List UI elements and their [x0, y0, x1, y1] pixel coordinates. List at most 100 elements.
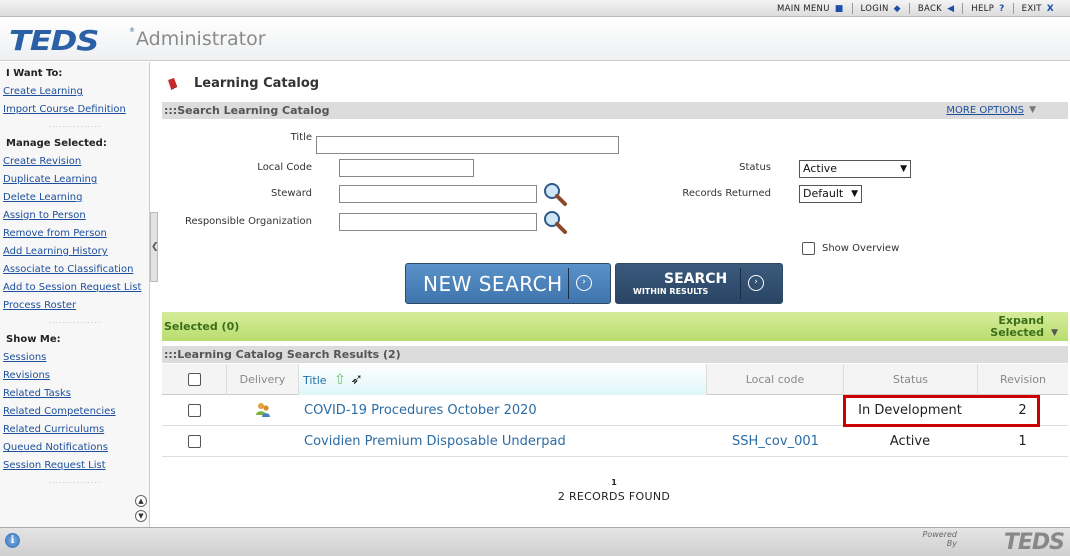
- powered-label: Powered: [922, 530, 957, 539]
- results-table: Delivery Title ⇧ ➶ Local code Status Rev…: [162, 364, 1068, 457]
- arrow-right-circle-icon: ›: [748, 275, 764, 291]
- help-label: HELP: [971, 3, 995, 14]
- pager-current-page[interactable]: 1: [158, 478, 1070, 487]
- sidebar-item-process-roster[interactable]: Process Roster: [0, 299, 149, 317]
- show-overview-label: Show Overview: [822, 243, 900, 254]
- sidebar-item-related-tasks[interactable]: Related Tasks: [0, 387, 149, 405]
- local-code-column-header[interactable]: Local code: [706, 364, 843, 395]
- sidebar-item-assign-to-person[interactable]: Assign to Person: [0, 209, 149, 227]
- show-overview-checkbox[interactable]: [802, 242, 815, 255]
- registered-mark: ®: [129, 27, 135, 34]
- search-within-results-button[interactable]: SEARCH WITHIN RESULTS ›: [615, 263, 783, 304]
- sidebar-item-create-revision[interactable]: Create Revision: [0, 155, 149, 173]
- row-status: Active: [889, 434, 931, 449]
- info-icon[interactable]: i: [5, 533, 20, 548]
- title-column-header[interactable]: Title ⇧ ➶: [298, 364, 706, 395]
- app-footer: i Powered By TEDS: [0, 527, 1070, 556]
- status-column-header[interactable]: Status: [843, 364, 977, 395]
- exit-label: EXIT: [1021, 3, 1042, 14]
- search-within-label-line2: WITHIN RESULTS: [633, 287, 709, 296]
- selected-bar: Selected (0) Expand Selected ▼: [162, 312, 1068, 341]
- expand-selected-line2: Selected: [990, 326, 1044, 339]
- steward-search-icon[interactable]: [542, 181, 568, 207]
- more-options-link[interactable]: MORE OPTIONS: [946, 102, 1024, 119]
- down-arrow-icon: ▼: [1029, 105, 1036, 115]
- login-icon: ◆: [893, 3, 901, 14]
- back-link[interactable]: BACK ◀: [908, 3, 962, 14]
- status-select[interactable]: Active ▼: [799, 160, 911, 178]
- local-code-label: Local Code: [257, 162, 312, 173]
- row-checkbox-cell: [188, 395, 201, 426]
- sidebar-item-add-learning-history[interactable]: Add Learning History: [0, 245, 149, 263]
- row-status: In Development: [858, 403, 962, 418]
- powered-by-text: Powered By: [923, 530, 957, 548]
- sidebar-divider: ...............: [48, 316, 102, 325]
- row-checkbox[interactable]: [188, 435, 201, 448]
- row-revision: 2: [1018, 403, 1027, 418]
- book-icon: [167, 78, 177, 90]
- login-link[interactable]: LOGIN ◆: [851, 3, 909, 14]
- top-nav: MAIN MENU ■ LOGIN ◆ BACK ◀ HELP? EXIT X: [0, 0, 1070, 17]
- sidebar-item-sessions[interactable]: Sessions: [0, 351, 149, 369]
- local-code-input[interactable]: [339, 159, 474, 177]
- select-all-checkbox[interactable]: [187, 373, 201, 386]
- down-arrow-icon: ▼: [1051, 328, 1058, 338]
- records-returned-select[interactable]: Default ▼: [799, 185, 862, 203]
- title-input[interactable]: [316, 136, 619, 154]
- sidebar-item-related-curriculums[interactable]: Related Curriculums: [0, 423, 149, 441]
- row-title-link[interactable]: COVID-19 Procedures October 2020: [304, 395, 537, 426]
- mouse-cursor-icon: ➶: [350, 370, 363, 388]
- back-arrow-icon: ◀: [947, 3, 955, 14]
- steward-input[interactable]: [339, 185, 537, 203]
- sidebar-item-duplicate-learning[interactable]: Duplicate Learning: [0, 173, 149, 191]
- sidebar-item-related-competencies[interactable]: Related Competencies: [0, 405, 149, 423]
- sidebar-item-session-request-list[interactable]: Session Request List: [0, 459, 149, 477]
- responsible-org-input[interactable]: [339, 213, 537, 231]
- responsible-org-search-icon[interactable]: [542, 209, 568, 235]
- selected-count: Selected (0): [164, 320, 240, 333]
- main-menu-label: MAIN MENU: [777, 3, 830, 14]
- scroll-up-icon[interactable]: ▲: [135, 495, 147, 507]
- people-delivery-icon: [256, 403, 270, 417]
- row-checkbox[interactable]: [188, 404, 201, 417]
- search-section-title: :::Search Learning Catalog: [164, 104, 330, 117]
- delivery-column-header[interactable]: Delivery: [226, 364, 298, 395]
- expand-selected-link[interactable]: Expand Selected: [990, 315, 1044, 339]
- revision-column-header[interactable]: Revision: [977, 364, 1068, 395]
- sidebar-item-import-course-definition[interactable]: Import Course Definition: [0, 103, 149, 121]
- app-header: TEDS ® Administrator: [0, 17, 1070, 61]
- chevron-down-icon: ▼: [851, 189, 858, 199]
- title-label: Title: [290, 132, 312, 143]
- help-link[interactable]: HELP?: [962, 3, 1012, 14]
- new-search-button[interactable]: NEW SEARCH ›: [405, 263, 611, 304]
- sidebar-heading-i-want-to: I Want To:: [6, 68, 63, 79]
- teds-footer-logo: TEDS: [1003, 530, 1065, 555]
- help-icon: ?: [999, 3, 1005, 14]
- records-found-count: 2 RECORDS FOUND: [557, 490, 671, 503]
- sidebar-collapse-handle[interactable]: ❮: [150, 212, 159, 282]
- responsible-org-label: Responsible Organization: [184, 216, 312, 227]
- row-checkbox-cell: [188, 426, 201, 457]
- row-title-link[interactable]: Covidien Premium Disposable Underpad: [304, 426, 566, 457]
- sort-ascending-icon: ⇧: [334, 372, 346, 388]
- title-column-label: Title: [303, 374, 327, 387]
- exit-link[interactable]: EXIT X: [1012, 3, 1062, 14]
- sidebar-item-delete-learning[interactable]: Delete Learning: [0, 191, 149, 209]
- sidebar-item-associate-to-classification[interactable]: Associate to Classification: [0, 263, 149, 281]
- main-menu-link[interactable]: MAIN MENU ■: [769, 3, 852, 14]
- sidebar-divider: ...............: [48, 476, 102, 485]
- scroll-down-icon[interactable]: ▼: [135, 510, 147, 522]
- sidebar-item-revisions[interactable]: Revisions: [0, 369, 149, 387]
- main-menu-icon: ■: [834, 3, 844, 14]
- arrow-right-circle-icon: ›: [576, 275, 592, 291]
- sidebar-item-create-learning[interactable]: Create Learning: [0, 85, 149, 103]
- login-label: LOGIN: [860, 3, 889, 14]
- sidebar-item-remove-from-person[interactable]: Remove from Person: [0, 227, 149, 245]
- exit-icon: X: [1046, 3, 1054, 14]
- search-section-bar: :::Search Learning Catalog MORE OPTIONS …: [162, 102, 1068, 119]
- row-local-code-link[interactable]: SSH_cov_001: [732, 426, 819, 457]
- sidebar-item-queued-notifications[interactable]: Queued Notifications: [0, 441, 149, 459]
- sidebar-item-add-to-session-request-list[interactable]: Add to Session Request List: [0, 281, 149, 299]
- results-section-bar: :::Learning Catalog Search Results (2): [162, 346, 1068, 363]
- status-label: Status: [739, 162, 771, 173]
